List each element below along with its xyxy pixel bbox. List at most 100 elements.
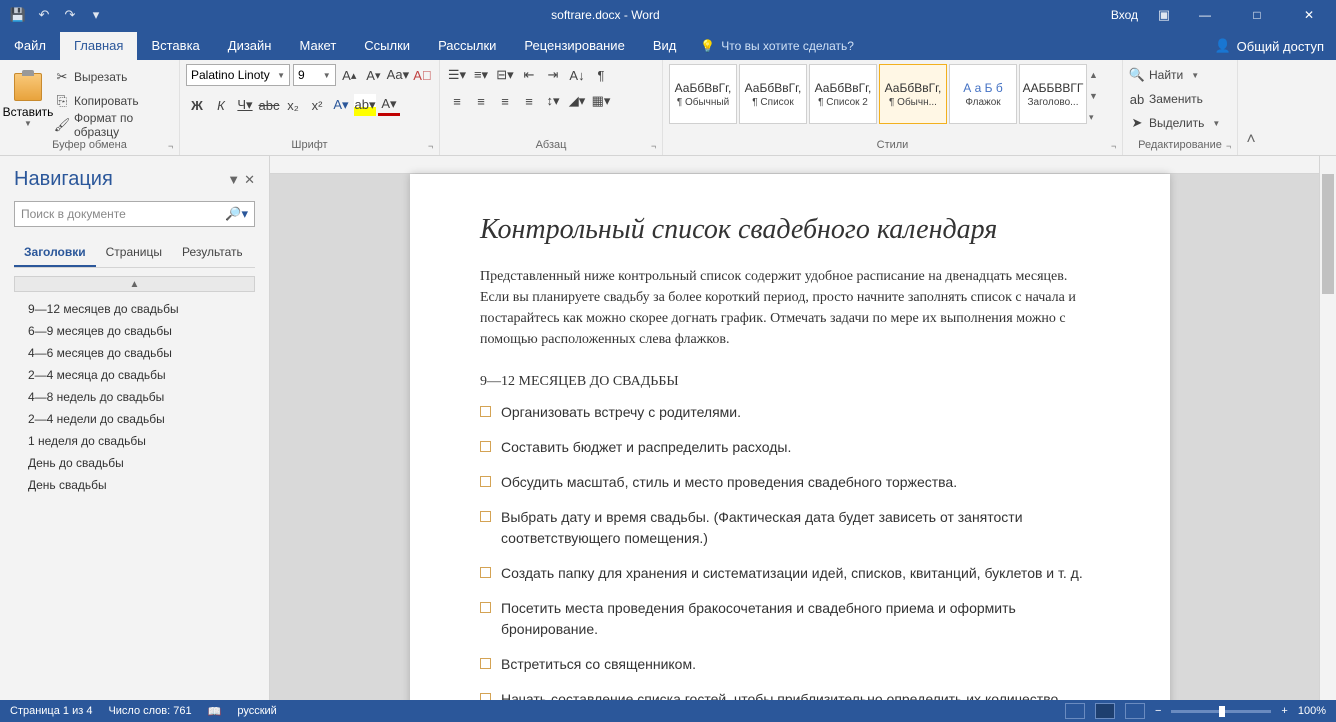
change-case-button[interactable]: Aa▾ bbox=[387, 64, 409, 86]
align-center-button[interactable]: ≡ bbox=[470, 90, 492, 112]
collapse-ribbon-button[interactable]: ˄ bbox=[1238, 60, 1264, 155]
checkbox-icon[interactable] bbox=[480, 441, 491, 452]
checkbox-icon[interactable] bbox=[480, 476, 491, 487]
strike-button[interactable]: abc bbox=[258, 94, 280, 116]
language-status[interactable]: русский bbox=[237, 705, 276, 717]
nav-heading-item[interactable]: 2—4 недели до свадьбы bbox=[0, 408, 269, 430]
text-effects-button[interactable]: A▾ bbox=[330, 94, 352, 116]
checkbox-icon[interactable] bbox=[480, 511, 491, 522]
nav-dropdown-icon[interactable]: ▼ bbox=[227, 172, 240, 188]
print-layout-button[interactable] bbox=[1095, 703, 1115, 719]
nav-tab-pages[interactable]: Страницы bbox=[96, 239, 172, 267]
scrollbar-thumb[interactable] bbox=[1322, 174, 1334, 294]
style-item[interactable]: АаБбВвГг,¶ Обычный bbox=[669, 64, 737, 124]
numbering-button[interactable]: ≡▾ bbox=[470, 64, 492, 86]
nav-heading-item[interactable]: День свадьбы bbox=[0, 474, 269, 496]
show-marks-button[interactable]: ¶ bbox=[590, 64, 612, 86]
paste-button[interactable]: Вставить ▼ bbox=[6, 66, 50, 136]
share-button[interactable]: 👤 Общий доступ bbox=[1202, 32, 1336, 60]
nav-tab-headings[interactable]: Заголовки bbox=[14, 239, 96, 267]
align-left-button[interactable]: ≡ bbox=[446, 90, 468, 112]
copy-button[interactable]: ⎘Копировать bbox=[54, 90, 173, 112]
styles-more-button[interactable]: ▲▼▾ bbox=[1089, 64, 1105, 128]
nav-heading-item[interactable]: 2—4 месяца до свадьбы bbox=[0, 364, 269, 386]
justify-button[interactable]: ≡ bbox=[518, 90, 540, 112]
italic-button[interactable]: К bbox=[210, 94, 232, 116]
bold-button[interactable]: Ж bbox=[186, 94, 208, 116]
select-button[interactable]: ➤Выделить▼ bbox=[1129, 112, 1231, 134]
tab-review[interactable]: Рецензирование bbox=[510, 32, 638, 60]
nav-heading-item[interactable]: 1 неделя до свадьбы bbox=[0, 430, 269, 452]
undo-icon[interactable]: ↶ bbox=[32, 3, 56, 27]
multilevel-button[interactable]: ⊟▾ bbox=[494, 64, 516, 86]
replace-button[interactable]: abЗаменить bbox=[1129, 88, 1231, 110]
checkbox-icon[interactable] bbox=[480, 658, 491, 669]
highlight-button[interactable]: ab▾ bbox=[354, 94, 376, 116]
font-color-button[interactable]: A▾ bbox=[378, 94, 400, 116]
format-painter-button[interactable]: 🖌Формат по образцу bbox=[54, 114, 173, 136]
zoom-slider[interactable] bbox=[1171, 710, 1271, 713]
underline-button[interactable]: Ч▾ bbox=[234, 94, 256, 116]
vertical-scrollbar[interactable] bbox=[1319, 156, 1336, 700]
tab-home[interactable]: Главная bbox=[60, 32, 137, 60]
nav-close-icon[interactable]: ✕ bbox=[244, 172, 255, 188]
cut-button[interactable]: ✂Вырезать bbox=[54, 66, 173, 88]
nav-heading-item[interactable]: День до свадьбы bbox=[0, 452, 269, 474]
font-name-select[interactable]: Palatino Linoty▼ bbox=[186, 64, 290, 86]
tab-view[interactable]: Вид bbox=[639, 32, 691, 60]
web-layout-button[interactable] bbox=[1125, 703, 1145, 719]
tab-layout[interactable]: Макет bbox=[285, 32, 350, 60]
maximize-button[interactable]: □ bbox=[1234, 0, 1280, 30]
nav-search-input[interactable]: Поиск в документе 🔎▾ bbox=[14, 201, 255, 227]
tab-design[interactable]: Дизайн bbox=[214, 32, 286, 60]
page[interactable]: Контрольный список свадебного календаря … bbox=[410, 174, 1170, 700]
checkbox-icon[interactable] bbox=[480, 693, 491, 700]
tab-insert[interactable]: Вставка bbox=[137, 32, 213, 60]
style-item[interactable]: А а Б бФлажок bbox=[949, 64, 1017, 124]
line-spacing-button[interactable]: ↕▾ bbox=[542, 90, 564, 112]
redo-icon[interactable]: ↷ bbox=[58, 3, 82, 27]
checkbox-icon[interactable] bbox=[480, 602, 491, 613]
word-count[interactable]: Число слов: 761 bbox=[108, 705, 191, 717]
ribbon-display-icon[interactable]: ▣ bbox=[1152, 3, 1176, 27]
qat-dropdown-icon[interactable]: ▾ bbox=[84, 3, 108, 27]
minimize-button[interactable]: ― bbox=[1182, 0, 1228, 30]
style-item[interactable]: АаБбВвГг,¶ Список 2 bbox=[809, 64, 877, 124]
align-right-button[interactable]: ≡ bbox=[494, 90, 516, 112]
indent-increase-button[interactable]: ⇥ bbox=[542, 64, 564, 86]
nav-heading-item[interactable]: 9—12 месяцев до свадьбы bbox=[0, 298, 269, 320]
login-button[interactable]: Вход bbox=[1103, 8, 1146, 22]
proofing-icon[interactable]: 📖 bbox=[208, 705, 222, 718]
nav-heading-item[interactable]: 4—6 месяцев до свадьбы bbox=[0, 342, 269, 364]
nav-heading-item[interactable]: 6—9 месяцев до свадьбы bbox=[0, 320, 269, 342]
save-icon[interactable]: 💾 bbox=[6, 3, 30, 27]
borders-button[interactable]: ▦▾ bbox=[590, 90, 612, 112]
bullets-button[interactable]: ☰▾ bbox=[446, 64, 468, 86]
grow-font-button[interactable]: A▴ bbox=[339, 64, 360, 86]
zoom-level[interactable]: 100% bbox=[1298, 705, 1326, 717]
checkbox-icon[interactable] bbox=[480, 567, 491, 578]
font-size-select[interactable]: 9▼ bbox=[293, 64, 336, 86]
shrink-font-button[interactable]: A▾ bbox=[363, 64, 384, 86]
tab-references[interactable]: Ссылки bbox=[350, 32, 424, 60]
sort-button[interactable]: A↓ bbox=[566, 64, 588, 86]
zoom-out-button[interactable]: − bbox=[1155, 705, 1161, 717]
close-button[interactable]: ✕ bbox=[1286, 0, 1332, 30]
clear-format-button[interactable]: A⃠ bbox=[412, 64, 433, 86]
superscript-button[interactable]: x² bbox=[306, 94, 328, 116]
checkbox-icon[interactable] bbox=[480, 406, 491, 417]
nav-jump-top-button[interactable]: ▲ bbox=[14, 276, 255, 292]
tab-file[interactable]: Файл bbox=[0, 32, 60, 60]
subscript-button[interactable]: x₂ bbox=[282, 94, 304, 116]
shading-button[interactable]: ◢▾ bbox=[566, 90, 588, 112]
nav-heading-item[interactable]: 4—8 недель до свадьбы bbox=[0, 386, 269, 408]
tab-mailings[interactable]: Рассылки bbox=[424, 32, 510, 60]
read-mode-button[interactable] bbox=[1065, 703, 1085, 719]
style-item[interactable]: АаБбВвГг,¶ Список bbox=[739, 64, 807, 124]
tell-me-search[interactable]: 💡 Что вы хотите сделать? bbox=[690, 32, 864, 60]
page-status[interactable]: Страница 1 из 4 bbox=[10, 705, 92, 717]
zoom-in-button[interactable]: + bbox=[1281, 705, 1287, 717]
nav-tab-results[interactable]: Результаты bbox=[172, 239, 242, 267]
style-item[interactable]: АаБбВвГг,¶ Обычн... bbox=[879, 64, 947, 124]
find-button[interactable]: 🔍Найти▼ bbox=[1129, 64, 1231, 86]
